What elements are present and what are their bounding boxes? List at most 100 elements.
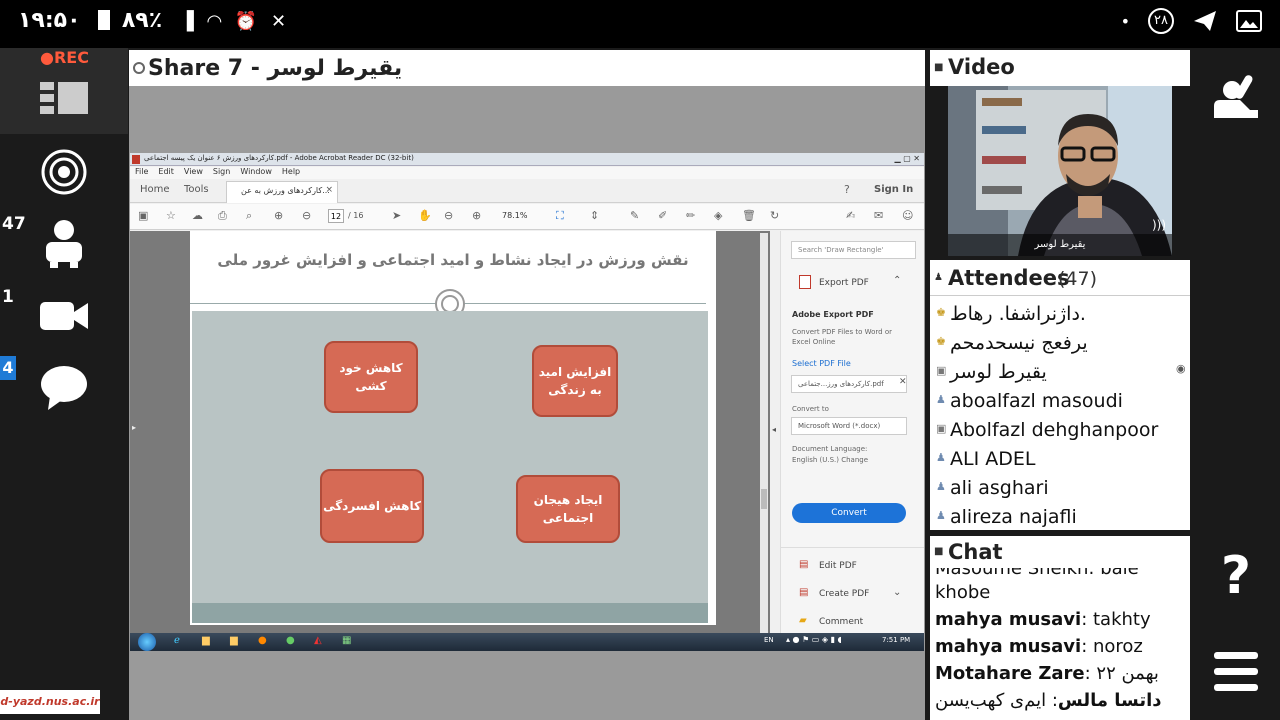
scroll-mode-icon[interactable]: ⇕ [590, 209, 599, 222]
doc-language-label: Document Language: [792, 445, 868, 453]
selected-file-field[interactable]: کارکردهای ورز...جتماعی.pdf [791, 375, 907, 393]
attendee-row[interactable]: ♟ ALI ADEL [930, 445, 1190, 474]
zoom-search-icon[interactable]: ⌕ [246, 209, 252, 223]
attendee-row[interactable]: ▣ یقیرط لوسر ◉ [930, 358, 1190, 387]
attendee-name: ali asghari [950, 477, 1049, 499]
taskbar-clock: 7:51 PM [882, 636, 911, 644]
hamburger-menu-icon[interactable] [1214, 650, 1258, 694]
chat-icon[interactable] [40, 364, 90, 412]
chat-message-partial: Masoume Sheikh: bale [935, 568, 1139, 579]
chat-message: mahya musavi: noroz [935, 636, 1143, 657]
pdf-page: نقش ورزش در ایجاد نشاط و امید اجتماعی و … [190, 231, 716, 625]
fit-page-icon[interactable]: ⛶ [556, 209, 564, 223]
menu-sign[interactable]: Sign [213, 167, 230, 179]
menu-edit[interactable]: Edit [158, 167, 174, 179]
menu-window[interactable]: Window [240, 167, 272, 179]
attendees-title: Attendees [948, 266, 1070, 290]
start-button-icon[interactable] [138, 633, 156, 651]
broadcast-icon[interactable] [40, 148, 88, 196]
create-pdf-label[interactable]: Create PDF [819, 589, 869, 599]
right-pane-toggle-icon[interactable]: ◂ [772, 425, 776, 434]
tab-document[interactable]: کارکردهای ورزش به عن... × [226, 181, 338, 203]
upload-icon[interactable]: ☁ [192, 209, 203, 222]
page-down-icon[interactable]: ⊖ [302, 209, 311, 222]
chat-count-badge: 4 [0, 356, 16, 380]
alarm-icon: ⏰ [234, 11, 258, 32]
explorer-icon[interactable]: ▆ [202, 635, 210, 646]
share-user-icon[interactable]: ☺ [902, 209, 913, 222]
hand-tool-icon[interactable]: ✋ [418, 209, 432, 222]
delete-icon[interactable]: 🗑 [742, 209, 756, 222]
help-icon[interactable]: ? [844, 183, 850, 196]
raise-hand-icon[interactable] [1210, 70, 1262, 122]
chat-text: : ۲۲ بهمن [1084, 663, 1159, 684]
document-scrollbar[interactable] [760, 233, 768, 633]
menu-help[interactable]: Help [282, 167, 300, 179]
tab-home[interactable]: Home [140, 184, 170, 195]
left-pane-toggle-icon[interactable]: ▸ [132, 423, 136, 432]
slide-footer-band [192, 603, 708, 623]
chat-text: : takhty [1081, 609, 1151, 630]
attendee-row[interactable]: ♚ یرفعج نیسحدمحم [930, 329, 1190, 358]
adobe-export-title: Adobe Export PDF [792, 310, 874, 319]
zoom-level[interactable]: 78.1% [502, 211, 527, 220]
chat-messages: Masoume Sheikh: bale khobe mahya musavi:… [930, 568, 1190, 720]
attendee-row[interactable]: ♟ alireza najafli [930, 503, 1190, 530]
tab-tools[interactable]: Tools [184, 184, 209, 195]
doc-language-value[interactable]: English (U.S.) Change [792, 456, 868, 464]
acrobat-taskbar-icon[interactable]: ◭ [314, 635, 322, 646]
firefox-icon[interactable]: ● [258, 635, 267, 646]
slide-title: نقش ورزش در ایجاد نشاط و امید اجتماعی و … [217, 251, 689, 269]
windows-taskbar: ℯ ▆ ▆ ● ● ◭ ▦ EN ▴ ● ⚑ ▭ ◈ ▮ ◖ 7:51 PM [130, 633, 924, 651]
excel-icon[interactable]: ▦ [342, 635, 351, 646]
highlight-icon[interactable]: ✐ [658, 209, 667, 222]
input-language[interactable]: EN [764, 636, 774, 644]
stamp-icon[interactable]: ◈ [714, 209, 722, 222]
collapse-chevron-icon[interactable]: ⌃ [893, 275, 901, 286]
select-cursor-icon[interactable]: ➤ [392, 209, 401, 222]
wifi-icon: ◠ [207, 11, 222, 32]
adobe-export-desc: Convert PDF Files to Word or Excel Onlin… [792, 328, 892, 346]
zoom-out-icon[interactable]: ⊖ [444, 209, 453, 222]
format-select[interactable]: Microsoft Word (*.docx) [791, 417, 907, 435]
layout-icon[interactable] [40, 82, 88, 118]
edit-pdf-label[interactable]: Edit PDF [819, 561, 857, 571]
attendee-name: Abolfazl dehghanpoor [950, 419, 1159, 441]
participants-icon[interactable] [40, 218, 88, 270]
page-number-input[interactable]: 12 [328, 209, 344, 223]
expand-chevron-icon[interactable]: ⌄ [893, 587, 901, 598]
tools-search-input[interactable]: Search 'Draw Rectangle' [791, 241, 916, 259]
menu-view[interactable]: View [184, 167, 203, 179]
tray-icons[interactable]: ▴ ● ⚑ ▭ ◈ ▮ ◖ [786, 635, 842, 644]
comment-label[interactable]: Comment [819, 617, 863, 627]
camera-icon[interactable] [40, 298, 90, 334]
attendee-row[interactable]: ♟ aboalfazl masoudi [930, 387, 1190, 416]
ie-icon[interactable]: ℯ [174, 635, 180, 646]
attendee-row[interactable]: ▣ Abolfazl dehghanpoor [930, 416, 1190, 445]
print-icon[interactable]: ⎙ [218, 209, 227, 223]
attendee-row[interactable]: ♚ داژنراشفا. رهاط. [930, 300, 1190, 329]
zoom-in-icon[interactable]: ⊕ [472, 209, 481, 222]
user-icon: ♟ [936, 509, 946, 522]
export-pdf-label[interactable]: Export PDF [819, 278, 869, 288]
sign-in-link[interactable]: Sign In [874, 184, 913, 195]
convert-button[interactable]: Convert [792, 503, 906, 523]
mail-icon[interactable]: ✉ [874, 209, 883, 222]
app-icon[interactable]: ▆ [230, 635, 238, 646]
rotate-icon[interactable]: ↻ [770, 209, 779, 222]
menu-file[interactable]: File [135, 167, 148, 179]
clear-file-icon[interactable]: ✕ [899, 377, 907, 387]
page-up-icon[interactable]: ⊕ [274, 209, 283, 222]
draw-icon[interactable]: ✏ [686, 209, 695, 222]
bookmark-star-icon[interactable]: ☆ [166, 209, 176, 222]
help-question-icon[interactable]: ? [1216, 548, 1256, 604]
comment-tool-icon[interactable]: ✎ [630, 209, 639, 222]
user-device-icon: ▣ [936, 422, 947, 435]
attendee-row[interactable]: ♟ ali asghari [930, 474, 1190, 503]
window-controls[interactable]: ▁ ▢ ✕ [895, 154, 921, 163]
close-tab-icon[interactable]: × [325, 185, 333, 195]
save-icon[interactable]: ▣ [138, 209, 148, 222]
fill-sign-icon[interactable]: ✍ [846, 209, 855, 222]
chrome-icon[interactable]: ● [286, 635, 295, 646]
video-feed[interactable]: یقیرط لوسر ))) [948, 86, 1172, 256]
